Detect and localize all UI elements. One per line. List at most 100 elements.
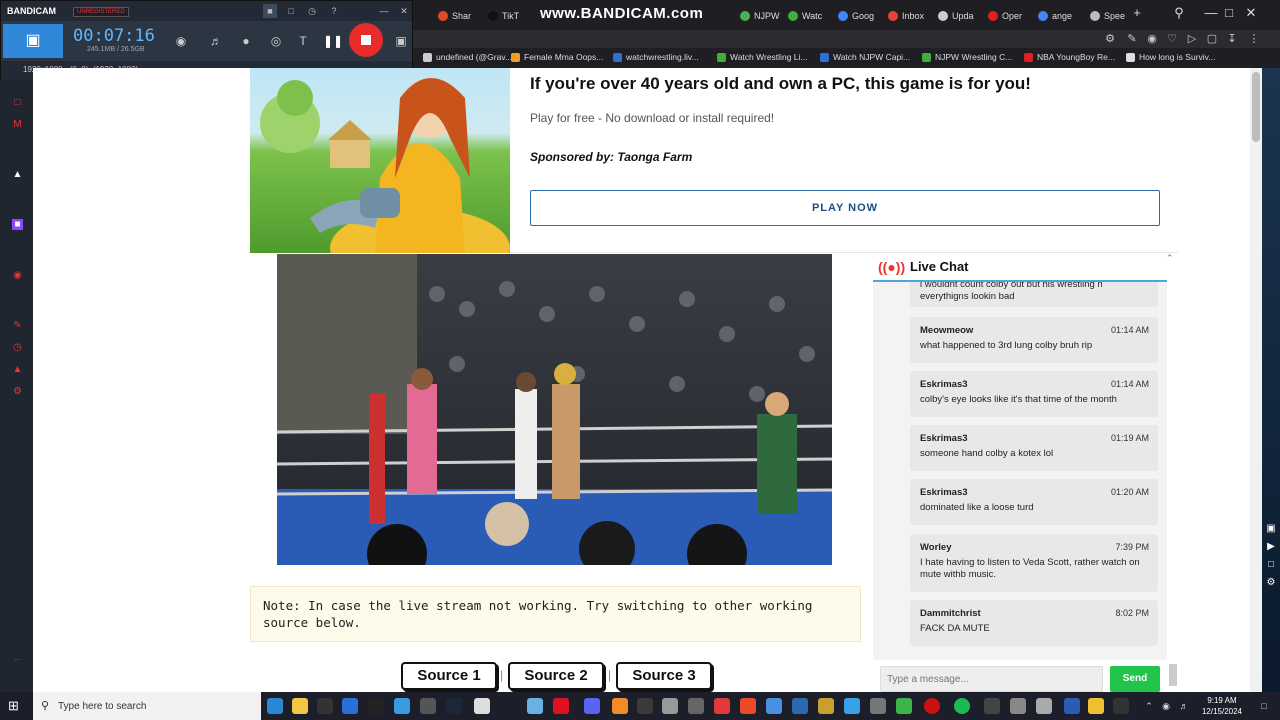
player-icon[interactable]: ◉ bbox=[12, 270, 23, 281]
taskbar-app-icon[interactable] bbox=[368, 698, 384, 714]
screenshot-icon[interactable]: ▣ bbox=[391, 31, 411, 51]
play-icon[interactable]: ▷ bbox=[1185, 32, 1199, 46]
taskbar-app-icon[interactable] bbox=[954, 698, 970, 714]
volume-icon[interactable]: ♬ bbox=[1178, 700, 1190, 712]
download-icon[interactable]: ↧ bbox=[1225, 32, 1239, 46]
cursor-icon[interactable]: ◎ bbox=[266, 31, 286, 51]
taskbar-app-icon[interactable] bbox=[474, 698, 490, 714]
settings-icon[interactable]: ⚙ bbox=[1265, 577, 1277, 589]
stop-record-button[interactable] bbox=[349, 23, 383, 57]
close-icon[interactable]: ✕ bbox=[1242, 4, 1260, 22]
taskbar-app-icon[interactable] bbox=[1010, 698, 1026, 714]
settings-icon[interactable]: ⚙ bbox=[12, 386, 23, 397]
browser-tab[interactable]: Spee bbox=[1090, 8, 1132, 24]
bookmark-item[interactable]: Female Mma Oops... bbox=[511, 52, 603, 62]
page-scrollbar-thumb[interactable] bbox=[1252, 72, 1260, 142]
taskbar-app-icon[interactable] bbox=[1036, 698, 1052, 714]
screen-mode-button[interactable]: ▣ bbox=[3, 24, 63, 58]
webcam-icon[interactable]: ◉ bbox=[171, 31, 191, 51]
taskbar-app-icon[interactable] bbox=[612, 698, 628, 714]
page-scrollbar[interactable] bbox=[1250, 68, 1262, 692]
source-1-button[interactable]: Source 1 bbox=[401, 662, 497, 690]
ad-title[interactable]: If you're over 40 years old and own a PC… bbox=[530, 74, 1031, 94]
browser-tab[interactable]: Goog bbox=[838, 8, 880, 24]
text-icon[interactable]: T bbox=[293, 31, 313, 51]
camera-icon[interactable]: ◉ bbox=[1145, 32, 1159, 46]
taskbar-app-icon[interactable] bbox=[527, 698, 543, 714]
chat-username[interactable]: Eskrimas3 bbox=[920, 379, 968, 390]
chat-username[interactable]: Eskrimas3 bbox=[920, 433, 968, 444]
taskbar-app-icon[interactable] bbox=[1088, 698, 1104, 714]
taskbar-app-icon[interactable] bbox=[844, 698, 860, 714]
taskbar-app-icon[interactable] bbox=[870, 698, 886, 714]
taskbar-app-icon[interactable] bbox=[1064, 698, 1080, 714]
chevron-up-icon[interactable]: ⌃ bbox=[1166, 253, 1176, 265]
bookmark-item[interactable]: Watch NJPW Capi... bbox=[820, 52, 910, 62]
taskbar-app-icon[interactable] bbox=[1113, 698, 1129, 714]
bookmark-item[interactable]: undefined (@Grav... bbox=[423, 52, 512, 62]
video-player[interactable] bbox=[277, 254, 832, 565]
taskbar-app-icon[interactable] bbox=[317, 698, 333, 714]
taskbar-app-icon[interactable] bbox=[924, 698, 940, 714]
chat-username[interactable]: Dammitchrist bbox=[920, 608, 981, 619]
extension-icon[interactable]: ⚙ bbox=[1103, 32, 1117, 46]
bookmark-item[interactable]: NJPW Wrestling C... bbox=[922, 52, 1012, 62]
chat-username[interactable]: Eskrimas3 bbox=[920, 487, 968, 498]
messenger-icon[interactable]: □ bbox=[12, 97, 23, 108]
browser-tab[interactable]: Shar bbox=[438, 8, 480, 24]
taskbar-search[interactable]: ⚲ Type here to search bbox=[33, 692, 261, 720]
taskbar-app-icon[interactable] bbox=[394, 698, 410, 714]
browser-tab[interactable]: Watc bbox=[788, 8, 830, 24]
taskbar-app-icon[interactable] bbox=[342, 698, 358, 714]
chevron-up-icon[interactable]: ⌃ bbox=[1143, 700, 1155, 712]
chat-message-list[interactable]: i wouldnt count colby out but his wrestl… bbox=[873, 282, 1167, 660]
window-icon[interactable]: □ bbox=[1265, 559, 1277, 571]
play-now-button[interactable]: PLAY NOW bbox=[530, 190, 1160, 226]
notification-icon[interactable]: □ bbox=[1258, 700, 1270, 712]
edit-icon[interactable]: ✎ bbox=[12, 320, 23, 331]
bookmark-item[interactable]: Watch Wrestling Li... bbox=[717, 52, 807, 62]
new-tab-icon[interactable]: + bbox=[1128, 4, 1146, 22]
network-icon[interactable]: ◉ bbox=[1160, 700, 1172, 712]
more-icon[interactable]: ⋯ bbox=[12, 655, 23, 666]
browser-tab[interactable]: ange bbox=[1038, 8, 1080, 24]
maximize-icon[interactable]: □ bbox=[1220, 4, 1238, 22]
taskbar-app-icon[interactable] bbox=[792, 698, 808, 714]
windows-start-icon[interactable]: ⊞ bbox=[8, 699, 22, 713]
taskbar-app-icon[interactable] bbox=[584, 698, 600, 714]
taskbar-app-icon[interactable] bbox=[688, 698, 704, 714]
taskbar-app-icon[interactable] bbox=[714, 698, 730, 714]
twitch-icon[interactable]: ■ bbox=[12, 219, 23, 230]
help-icon[interactable]: ? bbox=[327, 4, 341, 18]
mail-icon[interactable]: M bbox=[12, 119, 23, 130]
taskbar-app-icon[interactable] bbox=[984, 698, 1000, 714]
taskbar-app-icon[interactable] bbox=[292, 698, 308, 714]
pause-icon[interactable]: ❚❚ bbox=[323, 31, 343, 51]
taskbar-app-icon[interactable] bbox=[740, 698, 756, 714]
source-3-button[interactable]: Source 3 bbox=[616, 662, 712, 690]
minimize-icon[interactable]: — bbox=[377, 4, 391, 18]
taskbar-clock[interactable]: 9:19 AM 12/15/2024 bbox=[1200, 695, 1244, 717]
ad-banner[interactable]: If you're over 40 years old and own a PC… bbox=[249, 68, 1178, 253]
taskbar-app-icon[interactable] bbox=[818, 698, 834, 714]
browser-tab[interactable]: Oper bbox=[988, 8, 1030, 24]
chat-username[interactable]: Worley bbox=[920, 542, 952, 553]
browser-tab[interactable]: Upda bbox=[938, 8, 980, 24]
taskbar-app-icon[interactable] bbox=[896, 698, 912, 714]
chat-message-input[interactable] bbox=[880, 666, 1103, 692]
ad-image[interactable] bbox=[250, 68, 510, 253]
bookmark-item[interactable]: NBA YoungBoy Re... bbox=[1024, 52, 1115, 62]
lock-icon[interactable]: ■ bbox=[263, 4, 277, 18]
taskbar-app-icon[interactable] bbox=[267, 698, 283, 714]
edit-icon[interactable]: ✎ bbox=[1125, 32, 1139, 46]
clock-icon[interactable]: ◷ bbox=[305, 4, 319, 18]
folder-icon[interactable]: □ bbox=[284, 4, 298, 18]
speaker-icon[interactable]: ♬ bbox=[206, 31, 226, 51]
taskbar-app-icon[interactable] bbox=[553, 698, 569, 714]
minimize-icon[interactable]: — bbox=[1202, 4, 1220, 22]
box-icon[interactable]: ▢ bbox=[1205, 32, 1219, 46]
taskbar-app-icon[interactable] bbox=[766, 698, 782, 714]
bookmark-item[interactable]: How long is Surviv... bbox=[1126, 52, 1215, 62]
chat-scrollbar[interactable] bbox=[1169, 664, 1177, 686]
menu-icon[interactable]: ⋮ bbox=[1247, 32, 1261, 46]
